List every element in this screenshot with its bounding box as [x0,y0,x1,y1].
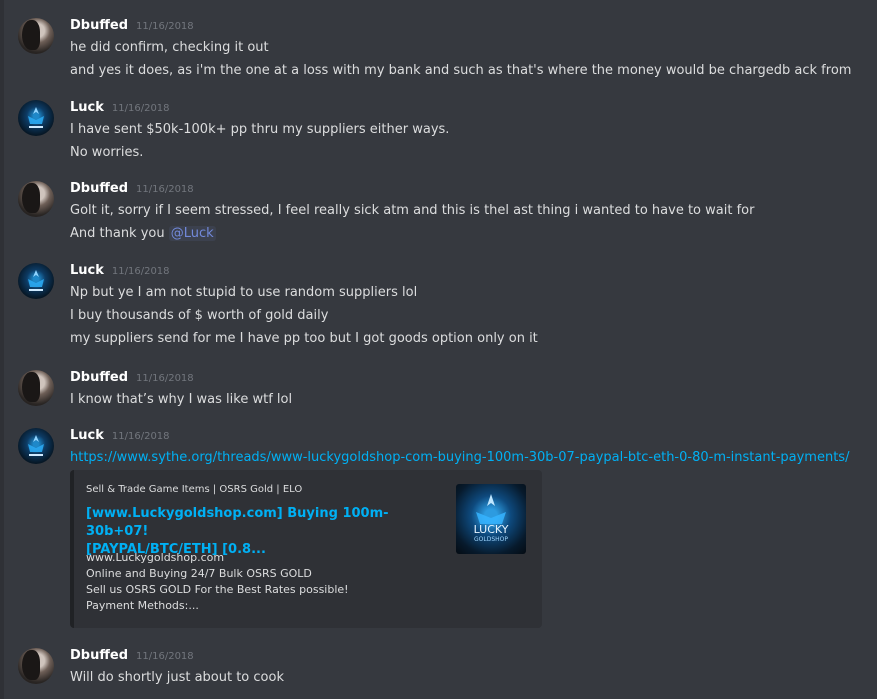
message-timestamp: 11/16/2018 [136,21,194,32]
author-name[interactable]: Dbuffed [70,370,128,386]
embed-title-line[interactable]: [www.Luckygoldshop.com] Buying 100m-30b+… [86,505,406,541]
user-mention[interactable]: @Luck [168,226,216,241]
message-text: and yes it does, as i'm the one at a los… [70,63,852,78]
author-name[interactable]: Luck [70,428,104,444]
message-timestamp: 11/16/2018 [111,266,170,277]
message-text: I buy thousands of $ worth of gold daily [70,308,329,323]
luck-logo-icon [28,107,44,128]
author-name[interactable]: Luck [70,100,104,116]
message-text: I have sent $50k-100k+ pp thru my suppli… [70,122,450,137]
message-link[interactable]: https://www.sythe.org/threads/www-luckyg… [70,450,849,465]
message-text: he did confirm, checking it out [70,40,269,55]
message-text: Np but ye I am not stupid to use random … [70,285,418,300]
message-text: my suppliers send for me I have pp too b… [70,331,538,346]
luck-logo-icon [28,435,44,456]
message-timestamp: 11/16/2018 [111,103,170,114]
message-text: And thank you @Luck [70,225,877,243]
user-avatar-luck[interactable] [18,100,54,136]
user-avatar-luck[interactable] [18,428,54,464]
user-avatar-dbuffed[interactable] [18,370,54,406]
thumbnail-text: LUCKY [473,523,509,536]
user-avatar-dbuffed[interactable] [18,181,54,217]
message-text: Golt it, sorry if I seem stressed, I fee… [70,203,755,218]
user-avatar-dbuffed[interactable] [18,648,54,684]
user-avatar-dbuffed[interactable] [18,18,54,54]
message-text: No worries. [70,145,144,160]
luck-logo-icon [28,270,44,291]
message-timestamp: 11/16/2018 [136,373,194,384]
embed-thumbnail[interactable]: LUCKY GOLDSHOP [456,484,526,554]
link-embed: Sell & Trade Game Items | OSRS Gold | EL… [70,470,542,628]
embed-description: www.Luckygoldshop.com Online and Buying … [86,551,349,612]
message-text: Will do shortly just about to cook [70,670,284,685]
message-timestamp: 11/16/2018 [111,431,170,442]
lucky-goldshop-logo-icon [476,494,506,524]
message-text-segment: And thank you [70,226,169,241]
author-name[interactable]: Dbuffed [70,18,128,34]
message-timestamp: 11/16/2018 [136,651,194,662]
thumbnail-subtext: GOLDSHOP [474,536,508,543]
message-timestamp: 11/16/2018 [136,184,194,195]
author-name[interactable]: Luck [70,263,104,279]
user-avatar-luck[interactable] [18,263,54,299]
message-text: I know that’s why I was like wtf lol [70,392,293,407]
embed-provider[interactable]: Sell & Trade Game Items | OSRS Gold | EL… [86,484,302,495]
chat-left-edge [0,0,4,699]
author-name[interactable]: Dbuffed [70,181,128,197]
author-name[interactable]: Dbuffed [70,648,128,664]
